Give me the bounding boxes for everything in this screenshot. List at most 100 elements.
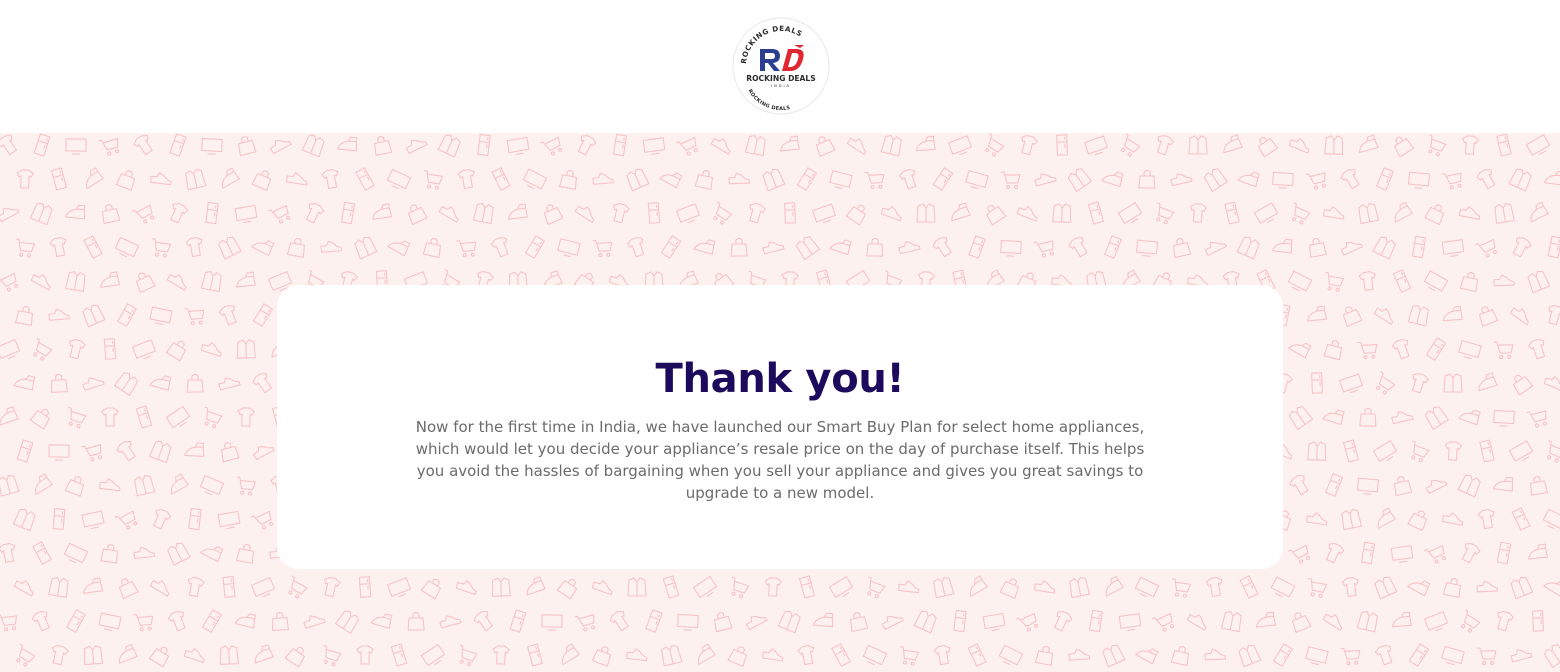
shoe-icon <box>1288 138 1310 154</box>
shopping-bag-icon <box>1291 612 1312 633</box>
tv-icon <box>420 643 446 667</box>
jacket-icon <box>472 203 494 225</box>
refrigerator-icon <box>1496 541 1512 565</box>
jacket-icon <box>1238 644 1262 668</box>
logo-emblem: ROCKING DEALS ROCKING DEALS ROCKING DEAL… <box>732 17 830 115</box>
tv-icon <box>677 613 699 631</box>
iron-icon <box>1135 648 1159 665</box>
shoe-icon <box>183 648 205 663</box>
shoe-icon <box>252 445 275 461</box>
shoe-icon <box>898 580 920 594</box>
iron-icon <box>1530 201 1549 223</box>
refrigerator-icon <box>784 202 796 224</box>
iron-icon <box>1359 134 1379 153</box>
shirt-icon <box>898 168 917 190</box>
jacket-icon <box>200 271 222 293</box>
iron-icon <box>0 406 19 426</box>
refrigerator-icon <box>797 167 817 191</box>
shopping-bag-icon <box>135 272 156 294</box>
tv-icon <box>1305 646 1329 666</box>
shopping-cart-icon <box>1474 239 1497 258</box>
shopping-cart-icon <box>131 204 155 224</box>
tv-icon <box>1118 613 1142 632</box>
shoe-icon <box>1034 580 1056 594</box>
shirt-icon <box>1497 610 1514 632</box>
shopping-cart-icon <box>204 406 223 429</box>
refrigerator-icon <box>953 609 967 633</box>
tv-icon <box>557 238 581 258</box>
shirt-icon <box>305 203 325 224</box>
jacket-icon <box>1407 305 1429 327</box>
refrigerator-icon <box>135 405 153 429</box>
shirt-icon <box>187 577 205 598</box>
shopping-cart-icon <box>133 614 154 632</box>
shoe-icon <box>1306 512 1328 526</box>
shirt-icon <box>1340 169 1360 190</box>
shirt-icon <box>613 203 630 224</box>
refrigerator-icon <box>612 133 628 157</box>
iron-icon <box>813 612 834 628</box>
shopping-bag-icon <box>165 340 187 362</box>
tv-icon <box>965 169 989 190</box>
shoe-icon <box>1391 411 1414 425</box>
tv-icon <box>1423 270 1449 292</box>
tv-icon <box>1117 202 1143 224</box>
shopping-bag-icon <box>1323 340 1343 361</box>
refrigerator-icon <box>66 609 86 633</box>
shirt-icon <box>1444 441 1462 461</box>
iron-icon <box>1492 476 1514 492</box>
shoe-icon <box>1543 376 1560 392</box>
shopping-cart-icon <box>15 238 35 258</box>
jacket-icon <box>1356 611 1378 633</box>
shopping-cart-icon <box>592 239 613 258</box>
shoe-icon <box>762 241 785 255</box>
shopping-bag-icon <box>730 237 748 257</box>
rocking-deals-logo[interactable]: ROCKING DEALS ROCKING DEALS ROCKING DEAL… <box>730 15 832 117</box>
thank-you-title: Thank you! <box>655 356 905 402</box>
shirt-icon <box>170 203 189 224</box>
refrigerator-icon <box>202 609 222 633</box>
shopping-cart-icon <box>864 171 885 190</box>
shoe-icon <box>1340 241 1363 256</box>
refrigerator-icon <box>205 201 219 225</box>
jacket-icon <box>1067 168 1093 193</box>
shirt-icon <box>1358 271 1376 291</box>
iron-icon <box>65 204 86 220</box>
iron-icon <box>35 473 53 496</box>
shopping-bag-icon <box>186 373 204 393</box>
shopping-cart-icon <box>151 238 172 258</box>
shoe-icon <box>1186 613 1207 631</box>
shoe-icon <box>150 172 172 186</box>
iron-icon <box>508 203 529 220</box>
shopping-cart-icon <box>1121 133 1141 157</box>
shirt-icon <box>1289 475 1309 496</box>
tv-icon <box>828 576 854 598</box>
iron-icon <box>1391 611 1412 628</box>
jacket-icon <box>1457 474 1481 498</box>
refrigerator-icon <box>1239 575 1259 599</box>
shopping-cart-icon <box>1287 544 1311 564</box>
refrigerator-icon <box>358 576 372 598</box>
shoe-icon <box>0 207 20 223</box>
shopping-cart-icon <box>1461 609 1481 633</box>
refrigerator-icon <box>355 167 375 191</box>
tv-icon <box>114 236 140 258</box>
jacket-icon <box>301 134 325 158</box>
shoe-icon <box>303 615 326 629</box>
jacket-icon <box>1288 406 1314 431</box>
tv-icon <box>1441 239 1465 258</box>
jacket-icon <box>1324 135 1344 155</box>
shopping-cart-icon <box>323 644 342 667</box>
shirt-icon <box>932 237 952 258</box>
iron-icon <box>1307 305 1328 322</box>
refrigerator-icon <box>509 609 527 633</box>
shirt-icon <box>1548 304 1560 326</box>
jacket-icon <box>48 577 69 598</box>
jacket-icon <box>83 645 104 666</box>
jacket-icon <box>218 236 242 260</box>
shirt-icon <box>797 645 815 666</box>
shoe-icon <box>591 580 613 596</box>
refrigerator-icon <box>390 643 408 667</box>
shopping-bag-icon <box>1393 136 1415 158</box>
iron-icon <box>780 135 801 152</box>
